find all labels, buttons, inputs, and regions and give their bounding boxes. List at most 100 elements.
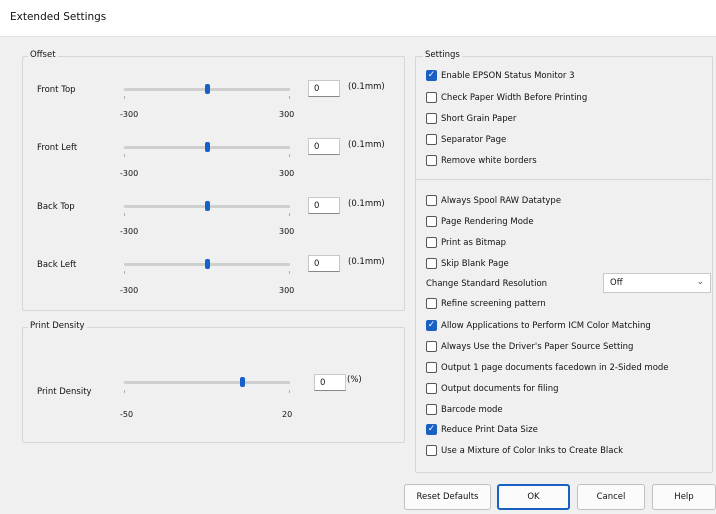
print-density-group <box>22 327 405 443</box>
slider-min-label: -300 <box>120 227 139 236</box>
driver-paper-source-checkbox[interactable]: Always Use the Driver's Paper Source Set… <box>426 341 633 352</box>
front-top-slider-thumb[interactable] <box>204 84 210 94</box>
window-title: Extended Settings <box>10 11 107 23</box>
change-resolution-select[interactable]: Off ⌄ <box>603 273 711 293</box>
checkbox-box[interactable] <box>426 445 437 456</box>
print-density-slider[interactable] <box>124 381 290 384</box>
slider-label: Print Density <box>37 387 92 397</box>
ok-button[interactable]: OK <box>497 484 570 510</box>
checkbox-label: Always Spool RAW Datatype <box>441 195 562 206</box>
checkbox-box[interactable] <box>426 341 437 352</box>
checkbox-box[interactable] <box>426 155 437 166</box>
separator-page-checkbox[interactable]: Separator Page <box>426 134 506 145</box>
print-density-input[interactable]: 0 <box>314 374 346 391</box>
always-spool-raw-checkbox[interactable]: Always Spool RAW Datatype <box>426 195 561 206</box>
allow-icm-checkbox[interactable]: ✓ Allow Applications to Perform ICM Color… <box>426 320 651 331</box>
slider-tick <box>124 271 125 274</box>
slider-label: Front Top <box>37 85 76 95</box>
check-paper-width-checkbox[interactable]: Check Paper Width Before Printing <box>426 92 587 103</box>
slider-tick <box>124 154 125 157</box>
mixture-color-inks-checkbox[interactable]: Use a Mixture of Color Inks to Create Bl… <box>426 445 623 456</box>
checkbox-box[interactable] <box>426 298 437 309</box>
back-left-input[interactable]: 0 <box>308 255 340 272</box>
checkbox-box[interactable]: ✓ <box>426 70 437 81</box>
checkbox-label: Remove white borders <box>441 155 537 166</box>
checkbox-label: Enable EPSON Status Monitor 3 <box>441 70 575 81</box>
slider-tick <box>124 96 125 99</box>
checkbox-box[interactable] <box>426 134 437 145</box>
slider-max-label: 300 <box>279 227 295 236</box>
offset-group <box>22 56 405 311</box>
select-value: Off <box>610 278 623 288</box>
offset-group-label: Offset <box>28 50 58 60</box>
checkbox-box[interactable] <box>426 113 437 124</box>
back-top-slider-thumb[interactable] <box>204 201 210 211</box>
checkbox-label: Use a Mixture of Color Inks to Create Bl… <box>441 445 624 456</box>
help-button[interactable]: Help <box>652 484 716 510</box>
print-density-slider-thumb[interactable] <box>240 377 246 387</box>
barcode-mode-checkbox[interactable]: Barcode mode <box>426 404 503 415</box>
unit-label: (0.1mm) <box>348 82 385 92</box>
checkbox-box[interactable] <box>426 237 437 248</box>
change-resolution-label: Change Standard Resolution <box>426 279 548 289</box>
checkbox-label: Allow Applications to Perform ICM Color … <box>441 320 651 331</box>
enable-status-monitor-checkbox[interactable]: ✓ Enable EPSON Status Monitor 3 <box>426 70 575 81</box>
checkbox-label: Always Use the Driver's Paper Source Set… <box>441 341 634 352</box>
slider-label: Back Top <box>37 202 75 212</box>
page-rendering-mode-checkbox[interactable]: Page Rendering Mode <box>426 216 534 227</box>
checkbox-box[interactable] <box>426 258 437 269</box>
back-left-slider-thumb[interactable] <box>204 259 210 269</box>
output-for-filing-checkbox[interactable]: Output documents for filing <box>426 383 559 394</box>
front-left-slider-thumb[interactable] <box>204 142 210 152</box>
unit-label: (0.1mm) <box>348 199 385 209</box>
title-bar: Extended Settings <box>0 0 716 37</box>
checkbox-label: Refine screening pattern <box>441 298 546 309</box>
checkbox-label: Check Paper Width Before Printing <box>441 92 588 103</box>
checkbox-label: Skip Blank Page <box>441 258 509 269</box>
checkbox-label: Output 1 page documents facedown in 2-Si… <box>441 362 669 373</box>
checkbox-box[interactable]: ✓ <box>426 424 437 435</box>
slider-min-label: -50 <box>120 410 134 419</box>
slider-tick <box>289 271 290 274</box>
checkbox-box[interactable] <box>426 362 437 373</box>
print-as-bitmap-checkbox[interactable]: Print as Bitmap <box>426 237 506 248</box>
cancel-button[interactable]: Cancel <box>577 484 645 510</box>
slider-label: Front Left <box>37 143 78 153</box>
unit-label: (0.1mm) <box>348 257 385 267</box>
checkbox-label: Short Grain Paper <box>441 113 517 124</box>
checkbox-box[interactable] <box>426 383 437 394</box>
slider-tick <box>289 213 290 216</box>
unit-label: (%) <box>347 375 362 385</box>
skip-blank-page-checkbox[interactable]: Skip Blank Page <box>426 258 509 269</box>
unit-label: (0.1mm) <box>348 140 385 150</box>
checkbox-label: Output documents for filing <box>441 383 559 394</box>
slider-tick <box>289 96 290 99</box>
remove-white-borders-checkbox[interactable]: Remove white borders <box>426 155 537 166</box>
checkbox-box[interactable] <box>426 92 437 103</box>
checkbox-label: Barcode mode <box>441 404 503 415</box>
checkbox-label: Reduce Print Data Size <box>441 424 538 435</box>
short-grain-paper-checkbox[interactable]: Short Grain Paper <box>426 113 516 124</box>
checkbox-box[interactable] <box>426 404 437 415</box>
slider-tick <box>289 390 290 393</box>
slider-max-label: 300 <box>279 169 295 178</box>
checkbox-label: Print as Bitmap <box>441 237 507 248</box>
slider-max-label: 300 <box>279 110 295 119</box>
slider-max-label: 20 <box>282 410 293 419</box>
settings-separator <box>415 179 711 180</box>
checkbox-box[interactable] <box>426 195 437 206</box>
checkbox-label: Page Rendering Mode <box>441 216 534 227</box>
front-left-input[interactable]: 0 <box>308 138 340 155</box>
reset-defaults-button[interactable]: Reset Defaults <box>404 484 491 510</box>
back-top-input[interactable]: 0 <box>308 197 340 214</box>
slider-tick <box>289 154 290 157</box>
checkbox-box[interactable]: ✓ <box>426 320 437 331</box>
front-top-input[interactable]: 0 <box>308 80 340 97</box>
checkbox-label: Separator Page <box>441 134 507 145</box>
output-facedown-checkbox[interactable]: Output 1 page documents facedown in 2-Si… <box>426 362 669 373</box>
chevron-down-icon: ⌄ <box>696 277 704 287</box>
refine-screening-checkbox[interactable]: Refine screening pattern <box>426 298 546 309</box>
checkbox-box[interactable] <box>426 216 437 227</box>
reduce-print-data-checkbox[interactable]: ✓ Reduce Print Data Size <box>426 424 538 435</box>
slider-max-label: 300 <box>279 286 295 295</box>
